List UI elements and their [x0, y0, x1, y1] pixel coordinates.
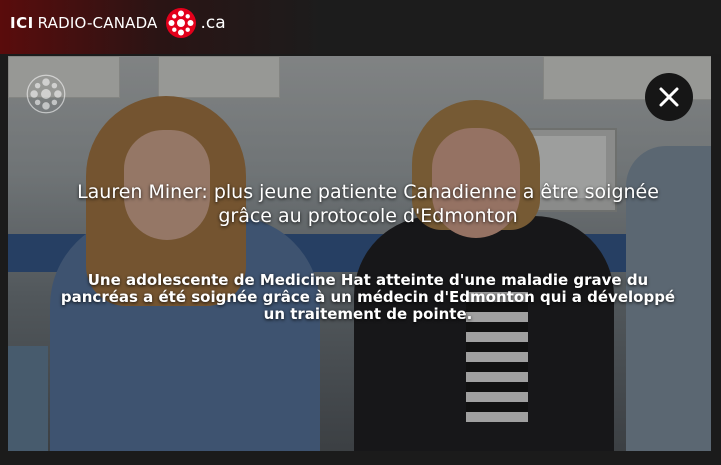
- radio-canada-gem-icon: [165, 8, 196, 38]
- close-button[interactable]: [645, 73, 693, 121]
- close-icon: [659, 87, 679, 107]
- radio-canada-gem-icon: [26, 74, 66, 114]
- video-description: Une adolescente de Medicine Hat atteinte…: [60, 271, 676, 323]
- video-title: Lauren Miner: plus jeune patiente Canadi…: [77, 181, 659, 227]
- top-bar: ICI RADIO-CANADA .ca: [0, 0, 721, 54]
- video-overlay: [8, 56, 711, 451]
- logo-radio-canada-text: RADIO-CANADA: [37, 14, 158, 32]
- video-player[interactable]: Lauren Miner: plus jeune patiente Canadi…: [8, 56, 711, 451]
- radio-canada-logo[interactable]: ICI RADIO-CANADA .ca: [10, 8, 226, 38]
- logo-ici-text: ICI: [10, 14, 34, 32]
- logo-domain-text: .ca: [200, 13, 226, 33]
